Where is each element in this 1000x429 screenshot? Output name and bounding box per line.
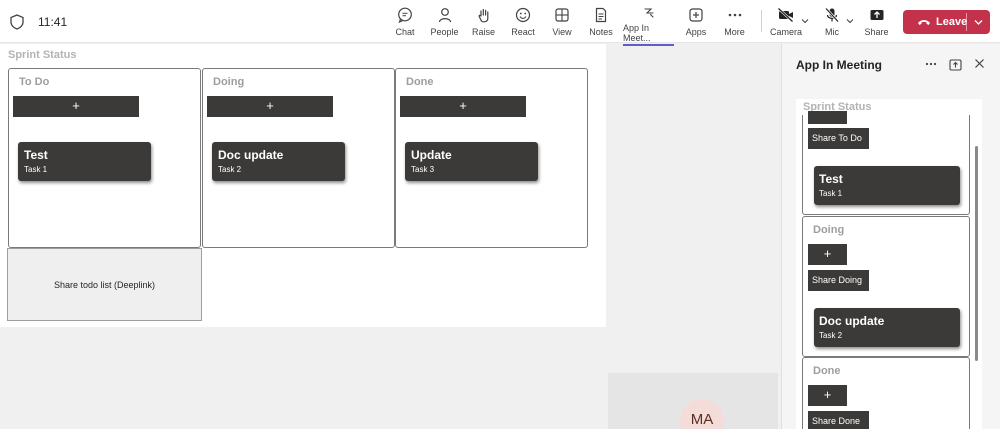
raise-hand-button[interactable]: Raise <box>472 6 496 40</box>
hang-up-icon <box>918 20 930 25</box>
add-task-button[interactable]: + <box>400 96 526 117</box>
view-button[interactable]: View <box>552 6 572 40</box>
column-title: Doing <box>213 76 245 88</box>
leave-divider <box>966 13 967 31</box>
react-button[interactable]: React <box>511 6 535 40</box>
share-deeplink-button[interactable]: Share todo list (Deeplink) <box>7 248 202 321</box>
share-todo-button[interactable]: Share To Do <box>808 128 869 149</box>
mic-off-icon <box>823 6 841 24</box>
chat-label: Chat <box>395 27 415 37</box>
panel-title: App In Meeting <box>796 58 882 72</box>
toolbar-divider <box>761 10 762 32</box>
apps-button[interactable]: Apps <box>685 6 707 40</box>
camera-button[interactable]: Camera <box>770 6 803 40</box>
add-task-button[interactable]: + <box>808 244 847 265</box>
share-doing-button[interactable]: Share Doing <box>808 270 869 291</box>
task-card-subtitle: Task 1 <box>24 165 48 174</box>
app-in-meeting-label: App In Meet... <box>623 23 674 46</box>
task-card[interactable]: Doc update Task 2 <box>212 142 345 181</box>
participant-tile: MA <box>608 373 778 429</box>
task-card[interactable]: Test Task 1 <box>18 142 151 181</box>
grid-icon <box>553 6 571 24</box>
camera-options-chevron-icon[interactable] <box>800 16 810 26</box>
leave-label: Leave <box>936 16 968 28</box>
app-icon <box>640 6 658 20</box>
panel-header: App In Meeting <box>782 44 1000 86</box>
mic-button[interactable]: Mic <box>822 6 842 40</box>
share-button[interactable]: Share <box>864 6 889 40</box>
share-label: Share <box>864 27 889 37</box>
column-title: Done <box>813 365 841 377</box>
chat-button[interactable]: Chat <box>394 6 416 40</box>
column-done: Done + Share Done <box>802 357 970 429</box>
column-todo: To Do + Test Task 1 <box>8 68 201 248</box>
avatar: MA <box>680 399 724 429</box>
add-task-button[interactable] <box>808 111 847 124</box>
task-card-title: Update <box>411 148 452 162</box>
shared-app-stage: Sprint Status To Do + Test Task 1 Doing … <box>0 44 606 327</box>
task-card-subtitle: Task 2 <box>819 331 843 340</box>
camera-label: Camera <box>770 27 803 37</box>
notes-button[interactable]: Notes <box>589 6 613 40</box>
close-icon[interactable] <box>972 58 986 72</box>
task-card-subtitle: Task 3 <box>411 165 435 174</box>
column-done: Done + Update Task 3 <box>395 68 588 248</box>
task-card-subtitle: Task 2 <box>218 165 242 174</box>
column-todo: Share To Do Test Task 1 <box>802 111 970 215</box>
column-doing: Doing + Share Doing Doc update Task 2 <box>802 216 970 357</box>
task-card-title: Doc update <box>218 148 284 162</box>
app-side-panel: App In Meeting Sprint Status Share To Do… <box>781 44 1000 429</box>
share-done-button[interactable]: Share Done <box>808 411 869 429</box>
more-icon <box>726 6 744 24</box>
task-card[interactable]: Update Task 3 <box>405 142 538 181</box>
leave-button[interactable]: Leave <box>903 10 990 34</box>
people-button[interactable]: People <box>430 6 459 40</box>
shield-icon <box>10 14 24 30</box>
more-label: More <box>724 27 745 37</box>
camera-off-icon <box>777 6 795 24</box>
column-title: Done <box>406 76 434 88</box>
app-in-meeting-button[interactable]: App In Meet... <box>623 6 674 46</box>
task-card[interactable]: Doc update Task 2 <box>814 308 960 347</box>
hand-icon <box>475 6 493 24</box>
mic-options-chevron-icon[interactable] <box>845 16 855 26</box>
pop-out-icon[interactable] <box>948 58 962 72</box>
apps-label: Apps <box>685 27 707 37</box>
task-card[interactable]: Test Task 1 <box>814 166 960 205</box>
plus-square-icon <box>687 6 705 24</box>
board-title: Sprint Status <box>8 49 77 61</box>
notes-label: Notes <box>589 27 613 37</box>
panel-scrollbar[interactable] <box>975 140 979 380</box>
mic-label: Mic <box>825 27 839 37</box>
task-card-subtitle: Task 1 <box>819 189 843 198</box>
column-doing: Doing + Doc update Task 2 <box>202 68 395 248</box>
meeting-toolbar: 11:41 Chat People Raise React View Notes <box>0 0 1000 46</box>
chat-icon <box>396 6 414 24</box>
add-task-button[interactable]: + <box>207 96 333 117</box>
panel-app-content: Sprint Status Share To Do Test Task 1 Do… <box>796 99 982 429</box>
task-card-title: Doc update <box>819 314 885 328</box>
more-options-icon[interactable] <box>924 58 938 72</box>
leave-options-chevron-icon[interactable] <box>973 17 984 27</box>
react-label: React <box>511 27 535 37</box>
emoji-icon <box>514 6 532 24</box>
task-card-title: Test <box>24 148 48 162</box>
column-title: To Do <box>19 76 50 88</box>
view-label: View <box>552 27 572 37</box>
people-label: People <box>430 27 459 37</box>
add-task-button[interactable]: + <box>13 96 139 117</box>
column-title: Doing <box>813 224 845 236</box>
meeting-timer: 11:41 <box>38 15 68 29</box>
people-icon <box>436 6 454 24</box>
more-button[interactable]: More <box>724 6 745 40</box>
task-card-title: Test <box>819 172 843 186</box>
notes-icon <box>592 6 610 24</box>
share-screen-icon <box>868 6 886 24</box>
raise-label: Raise <box>472 27 496 37</box>
add-task-button[interactable]: + <box>808 385 847 406</box>
scrollbar-thumb[interactable] <box>975 146 978 361</box>
